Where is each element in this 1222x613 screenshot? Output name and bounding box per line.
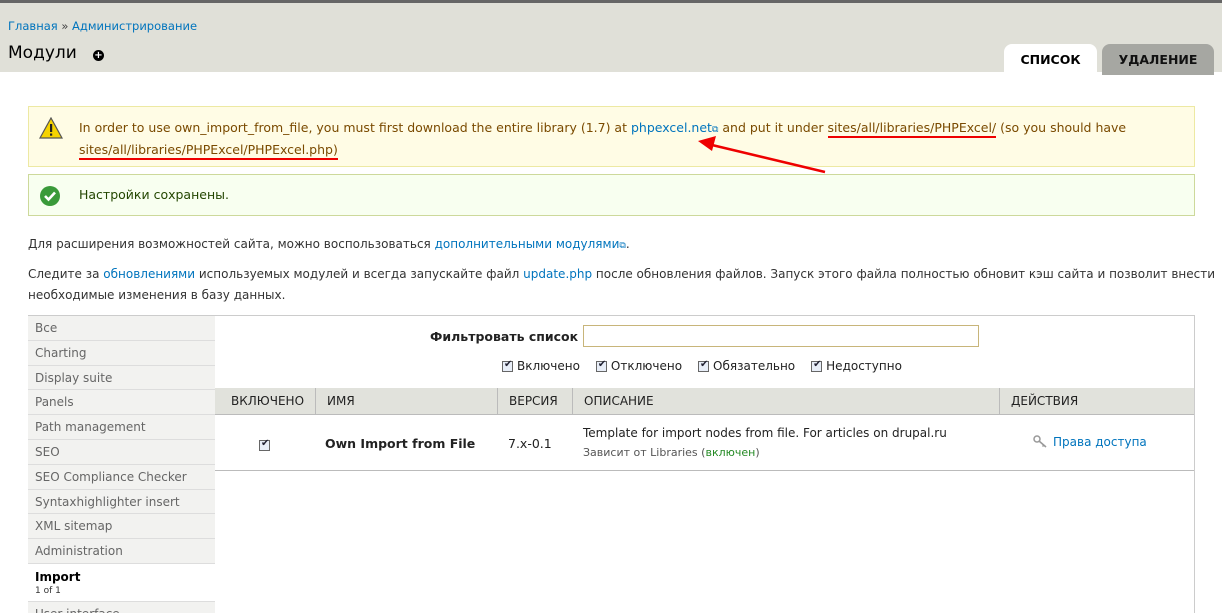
filter-input[interactable] — [583, 325, 979, 347]
vtab-import-label: Import — [35, 569, 81, 584]
col-enabled: ВКЛЮЧЕНО — [215, 388, 316, 415]
warning-text-part1: In order to use own_import_from_file, yo… — [79, 120, 631, 135]
vtab-xml-sitemap[interactable]: XML sitemap — [28, 514, 215, 540]
add-shortcut-icon[interactable]: + — [93, 50, 104, 61]
vtab-import-count: 1 of 1 — [35, 585, 61, 596]
permissions-link-label[interactable]: Права доступа — [1053, 435, 1147, 449]
warning-message: In order to use own_import_from_file, yo… — [28, 106, 1195, 167]
status-text: Настройки сохранены. — [79, 187, 229, 202]
filter-label: Фильтровать список — [430, 329, 579, 344]
module-enable-checkbox[interactable] — [259, 438, 270, 451]
warning-text-part3: (so you should have — [996, 120, 1127, 135]
filter-disabled[interactable]: Отключено — [595, 359, 683, 373]
tab-list[interactable]: СПИСОК — [1004, 44, 1097, 75]
vtab-charting[interactable]: Charting — [28, 340, 215, 366]
module-requires-end: ) — [755, 446, 760, 459]
checkmark-icon — [40, 186, 60, 206]
modules-panel: Фильтровать список Включено Отключено Об… — [215, 315, 1195, 613]
help-text-2: Следите за обновлениями используемых мод… — [28, 264, 1215, 306]
vtab-panels[interactable]: Panels — [28, 390, 215, 416]
library-file-path: sites/all/libraries/PHPExcel/PHPExcel.ph… — [79, 142, 338, 160]
checkbox-icon[interactable] — [811, 359, 823, 372]
breadcrumb-home-link[interactable]: Главная — [8, 19, 58, 33]
filter-unavailable[interactable]: Недоступно — [811, 359, 902, 373]
table-row: Own Import from File 7.x-0.1 Template fo… — [215, 415, 1194, 471]
help-text-2-part3: после обновления файлов. Запуск этого фа… — [592, 267, 1216, 281]
help-text-2-line2: необходимые изменения в базу данных. — [28, 288, 286, 302]
tab-uninstall[interactable]: УДАЛЕНИЕ — [1102, 44, 1214, 75]
col-version: ВЕРСИЯ — [498, 388, 573, 415]
col-description: ОПИСАНИЕ — [573, 388, 1000, 415]
filter-required[interactable]: Обязательно — [698, 359, 795, 373]
page-title: Модули — [8, 43, 77, 63]
warning-text: In order to use own_import_from_file, yo… — [79, 118, 1174, 160]
status-message: Настройки сохранены. — [28, 174, 1195, 216]
vtab-syntaxhighlighter[interactable]: Syntaxhighlighter insert — [28, 489, 215, 515]
filter-disabled-label: Отключено — [610, 359, 683, 373]
vtab-import[interactable]: Import 1 of 1 — [28, 563, 215, 602]
vtab-seo[interactable]: SEO — [28, 439, 215, 465]
warning-text-part2: and put it under — [718, 120, 828, 135]
primary-tabs: СПИСОК УДАЛЕНИЕ — [1004, 44, 1214, 75]
help-text-2-part2: используемых модулей и всегда запускайте… — [195, 267, 524, 281]
update-php-link[interactable]: update.php — [523, 267, 592, 281]
module-version: 7.x-0.1 — [508, 436, 552, 451]
checkbox-icon[interactable] — [698, 359, 710, 372]
vtab-administration[interactable]: Administration — [28, 539, 215, 564]
vtab-seo-compliance[interactable]: SEO Compliance Checker — [28, 464, 215, 490]
admin-header: Главная » Администрирование Модули + СПИ… — [0, 0, 1222, 75]
checkbox-icon[interactable] — [595, 359, 607, 372]
help-text-1-start: Для расширения возможностей сайта, можно… — [28, 237, 435, 251]
help-text-1-end: . — [625, 237, 630, 251]
filter-unavailable-label: Недоступно — [826, 359, 902, 373]
library-path: sites/all/libraries/PHPExcel/ — [827, 120, 997, 138]
modules-table-header: ВКЛЮЧЕНО ИМЯ ВЕРСИЯ ОПИСАНИЕ ДЕЙСТВИЯ — [215, 388, 1194, 415]
filter-enabled-label: Включено — [517, 359, 580, 373]
breadcrumb-separator: » — [61, 19, 69, 33]
checkbox-icon[interactable] — [502, 359, 513, 372]
vtab-all[interactable]: Все — [28, 316, 215, 341]
module-requires-text: Зависит от Libraries ( — [583, 446, 706, 459]
vtab-display-suite[interactable]: Display suite — [28, 365, 215, 391]
breadcrumb: Главная » Администрирование — [8, 19, 197, 33]
updates-link[interactable]: обновлениями — [103, 267, 195, 281]
col-actions: ДЕЙСТВИЯ — [1011, 394, 1079, 408]
permissions-link[interactable]: Права доступа — [1033, 435, 1147, 449]
help-text-2-part1: Следите за — [28, 267, 104, 281]
key-icon — [1033, 435, 1047, 448]
vtab-path-management[interactable]: Path management — [28, 415, 215, 440]
vtab-user-interface[interactable]: User interface — [28, 601, 215, 613]
phpexcel-link[interactable]: phpexcel.net — [631, 120, 712, 135]
contrib-modules-link[interactable]: дополнительными модулями — [435, 237, 620, 251]
module-requires-status: включен — [705, 446, 756, 459]
warning-icon — [39, 117, 63, 139]
module-requires: Зависит от Libraries (включен) — [583, 446, 760, 459]
filter-checkboxes: Включено Отключено Обязательно Недоступн… — [502, 359, 902, 373]
module-description: Template for import nodes from file. For… — [583, 426, 947, 440]
module-categories: Все Charting Display suite Panels Path m… — [28, 315, 215, 613]
filter-enabled[interactable]: Включено — [502, 359, 580, 373]
col-name: ИМЯ — [316, 388, 498, 415]
module-name: Own Import from File — [325, 436, 476, 451]
breadcrumb-admin-link[interactable]: Администрирование — [72, 19, 197, 33]
filter-required-label: Обязательно — [713, 359, 796, 373]
help-text-1: Для расширения возможностей сайта, можно… — [28, 234, 630, 257]
